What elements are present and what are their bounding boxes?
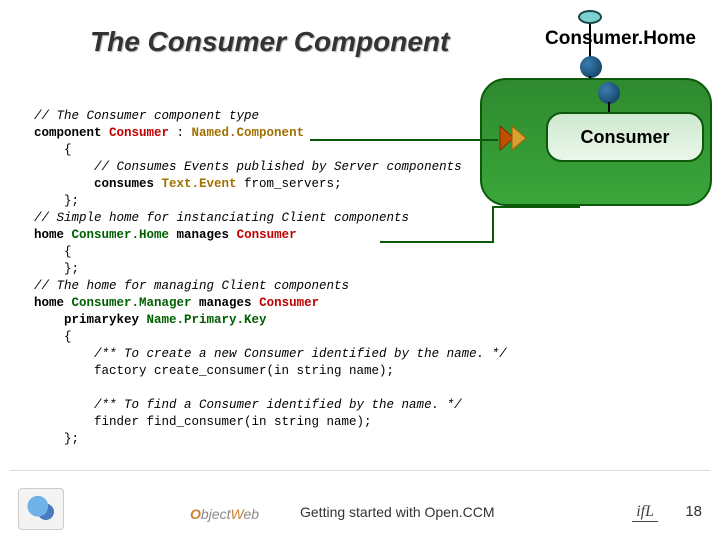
footer-caption: Getting started with Open.CCM	[300, 504, 495, 520]
lifl-logo: ifL	[632, 503, 658, 522]
handle-cap-icon	[578, 10, 602, 24]
divider	[10, 470, 710, 471]
slide-title: The Consumer Component	[90, 26, 449, 58]
objectweb-logo: OObjectWebbjectWeb	[190, 506, 259, 522]
slide-footer: OObjectWebbjectWeb Getting started with …	[0, 470, 720, 540]
connector-line	[589, 24, 591, 58]
page-number: 18	[685, 503, 702, 520]
ball-icon	[580, 56, 602, 78]
consumer-home-label: Consumer.Home	[545, 28, 696, 50]
ball-icon	[598, 82, 620, 104]
org-logo-icon	[18, 488, 64, 530]
code-listing: // The Consumer component type component…	[34, 108, 594, 448]
